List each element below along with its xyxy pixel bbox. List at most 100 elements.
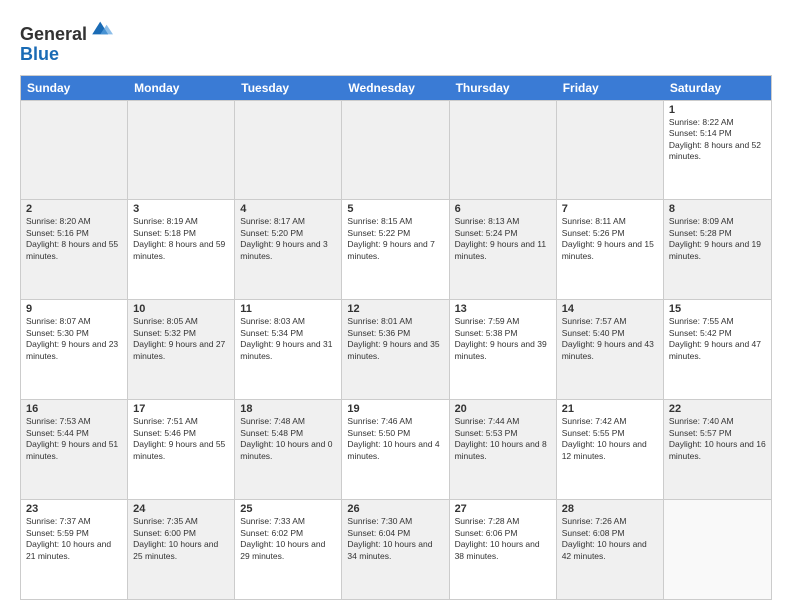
day-number: 23: [26, 503, 122, 515]
day-header-friday: Friday: [557, 76, 664, 100]
cell-content: Sunrise: 7:57 AMSunset: 5:40 PMDaylight:…: [562, 316, 658, 362]
calendar-row-0: 1Sunrise: 8:22 AMSunset: 5:14 PMDaylight…: [21, 100, 771, 200]
cell-day-13: 13Sunrise: 7:59 AMSunset: 5:38 PMDayligh…: [450, 300, 557, 399]
cell-day-10: 10Sunrise: 8:05 AMSunset: 5:32 PMDayligh…: [128, 300, 235, 399]
cell-day-5: 5Sunrise: 8:15 AMSunset: 5:22 PMDaylight…: [342, 200, 449, 299]
day-number: 19: [347, 403, 443, 415]
day-number: 5: [347, 203, 443, 215]
day-number: 4: [240, 203, 336, 215]
cell-day-16: 16Sunrise: 7:53 AMSunset: 5:44 PMDayligh…: [21, 400, 128, 499]
cell-day-1: 1Sunrise: 8:22 AMSunset: 5:14 PMDaylight…: [664, 101, 771, 200]
day-number: 15: [669, 303, 766, 315]
cell-day-4: 4Sunrise: 8:17 AMSunset: 5:20 PMDaylight…: [235, 200, 342, 299]
cell-content: Sunrise: 8:15 AMSunset: 5:22 PMDaylight:…: [347, 216, 443, 262]
cell-content: Sunrise: 7:46 AMSunset: 5:50 PMDaylight:…: [347, 416, 443, 462]
day-header-tuesday: Tuesday: [235, 76, 342, 100]
cell-day-3: 3Sunrise: 8:19 AMSunset: 5:18 PMDaylight…: [128, 200, 235, 299]
cell-day-6: 6Sunrise: 8:13 AMSunset: 5:24 PMDaylight…: [450, 200, 557, 299]
cell-day-7: 7Sunrise: 8:11 AMSunset: 5:26 PMDaylight…: [557, 200, 664, 299]
logo: General Blue: [20, 16, 113, 65]
cell-day-8: 8Sunrise: 8:09 AMSunset: 5:28 PMDaylight…: [664, 200, 771, 299]
cell-day-22: 22Sunrise: 7:40 AMSunset: 5:57 PMDayligh…: [664, 400, 771, 499]
cell-content: Sunrise: 8:20 AMSunset: 5:16 PMDaylight:…: [26, 216, 122, 262]
day-headers: SundayMondayTuesdayWednesdayThursdayFrid…: [21, 76, 771, 100]
day-number: 8: [669, 203, 766, 215]
day-number: 13: [455, 303, 551, 315]
cell-content: Sunrise: 8:22 AMSunset: 5:14 PMDaylight:…: [669, 117, 766, 163]
cell-content: Sunrise: 7:26 AMSunset: 6:08 PMDaylight:…: [562, 516, 658, 562]
cell-content: Sunrise: 7:30 AMSunset: 6:04 PMDaylight:…: [347, 516, 443, 562]
cell-empty-0-5: [557, 101, 664, 200]
cell-content: Sunrise: 8:11 AMSunset: 5:26 PMDaylight:…: [562, 216, 658, 262]
cell-content: Sunrise: 8:07 AMSunset: 5:30 PMDaylight:…: [26, 316, 122, 362]
day-number: 20: [455, 403, 551, 415]
day-number: 25: [240, 503, 336, 515]
cell-content: Sunrise: 7:48 AMSunset: 5:48 PMDaylight:…: [240, 416, 336, 462]
day-header-monday: Monday: [128, 76, 235, 100]
cell-day-26: 26Sunrise: 7:30 AMSunset: 6:04 PMDayligh…: [342, 500, 449, 599]
cell-day-12: 12Sunrise: 8:01 AMSunset: 5:36 PMDayligh…: [342, 300, 449, 399]
logo-blue-text: Blue: [20, 44, 59, 64]
cell-content: Sunrise: 8:01 AMSunset: 5:36 PMDaylight:…: [347, 316, 443, 362]
day-header-saturday: Saturday: [664, 76, 771, 100]
cell-empty-0-2: [235, 101, 342, 200]
cell-content: Sunrise: 7:59 AMSunset: 5:38 PMDaylight:…: [455, 316, 551, 362]
cell-day-24: 24Sunrise: 7:35 AMSunset: 6:00 PMDayligh…: [128, 500, 235, 599]
calendar: SundayMondayTuesdayWednesdayThursdayFrid…: [20, 75, 772, 600]
cell-day-11: 11Sunrise: 8:03 AMSunset: 5:34 PMDayligh…: [235, 300, 342, 399]
cell-day-9: 9Sunrise: 8:07 AMSunset: 5:30 PMDaylight…: [21, 300, 128, 399]
cell-content: Sunrise: 7:35 AMSunset: 6:00 PMDaylight:…: [133, 516, 229, 562]
cell-content: Sunrise: 7:53 AMSunset: 5:44 PMDaylight:…: [26, 416, 122, 462]
calendar-row-3: 16Sunrise: 7:53 AMSunset: 5:44 PMDayligh…: [21, 399, 771, 499]
day-number: 21: [562, 403, 658, 415]
cell-content: Sunrise: 8:13 AMSunset: 5:24 PMDaylight:…: [455, 216, 551, 262]
calendar-row-2: 9Sunrise: 8:07 AMSunset: 5:30 PMDaylight…: [21, 299, 771, 399]
cell-day-2: 2Sunrise: 8:20 AMSunset: 5:16 PMDaylight…: [21, 200, 128, 299]
calendar-row-1: 2Sunrise: 8:20 AMSunset: 5:16 PMDaylight…: [21, 199, 771, 299]
calendar-row-4: 23Sunrise: 7:37 AMSunset: 5:59 PMDayligh…: [21, 499, 771, 599]
day-number: 22: [669, 403, 766, 415]
logo-icon: [89, 16, 113, 40]
cell-content: Sunrise: 7:51 AMSunset: 5:46 PMDaylight:…: [133, 416, 229, 462]
cell-content: Sunrise: 8:09 AMSunset: 5:28 PMDaylight:…: [669, 216, 766, 262]
page-header: General Blue: [20, 16, 772, 65]
cell-day-28: 28Sunrise: 7:26 AMSunset: 6:08 PMDayligh…: [557, 500, 664, 599]
cell-empty-0-0: [21, 101, 128, 200]
cell-day-23: 23Sunrise: 7:37 AMSunset: 5:59 PMDayligh…: [21, 500, 128, 599]
day-number: 9: [26, 303, 122, 315]
cell-day-25: 25Sunrise: 7:33 AMSunset: 6:02 PMDayligh…: [235, 500, 342, 599]
cell-day-20: 20Sunrise: 7:44 AMSunset: 5:53 PMDayligh…: [450, 400, 557, 499]
day-number: 18: [240, 403, 336, 415]
cell-content: Sunrise: 7:44 AMSunset: 5:53 PMDaylight:…: [455, 416, 551, 462]
cell-empty-0-1: [128, 101, 235, 200]
calendar-body: 1Sunrise: 8:22 AMSunset: 5:14 PMDaylight…: [21, 100, 771, 599]
day-number: 3: [133, 203, 229, 215]
cell-content: Sunrise: 7:40 AMSunset: 5:57 PMDaylight:…: [669, 416, 766, 462]
day-number: 2: [26, 203, 122, 215]
day-number: 10: [133, 303, 229, 315]
day-number: 7: [562, 203, 658, 215]
day-number: 27: [455, 503, 551, 515]
day-number: 24: [133, 503, 229, 515]
cell-content: Sunrise: 7:28 AMSunset: 6:06 PMDaylight:…: [455, 516, 551, 562]
cell-day-18: 18Sunrise: 7:48 AMSunset: 5:48 PMDayligh…: [235, 400, 342, 499]
logo-general-text: General: [20, 24, 87, 44]
cell-day-27: 27Sunrise: 7:28 AMSunset: 6:06 PMDayligh…: [450, 500, 557, 599]
day-number: 1: [669, 104, 766, 116]
cell-empty-4-6: [664, 500, 771, 599]
cell-day-17: 17Sunrise: 7:51 AMSunset: 5:46 PMDayligh…: [128, 400, 235, 499]
cell-day-14: 14Sunrise: 7:57 AMSunset: 5:40 PMDayligh…: [557, 300, 664, 399]
cell-day-21: 21Sunrise: 7:42 AMSunset: 5:55 PMDayligh…: [557, 400, 664, 499]
day-number: 17: [133, 403, 229, 415]
cell-content: Sunrise: 8:17 AMSunset: 5:20 PMDaylight:…: [240, 216, 336, 262]
cell-content: Sunrise: 8:03 AMSunset: 5:34 PMDaylight:…: [240, 316, 336, 362]
day-header-thursday: Thursday: [450, 76, 557, 100]
day-number: 11: [240, 303, 336, 315]
day-number: 6: [455, 203, 551, 215]
cell-content: Sunrise: 8:05 AMSunset: 5:32 PMDaylight:…: [133, 316, 229, 362]
cell-content: Sunrise: 7:37 AMSunset: 5:59 PMDaylight:…: [26, 516, 122, 562]
cell-empty-0-4: [450, 101, 557, 200]
day-number: 14: [562, 303, 658, 315]
cell-content: Sunrise: 7:33 AMSunset: 6:02 PMDaylight:…: [240, 516, 336, 562]
cell-content: Sunrise: 7:55 AMSunset: 5:42 PMDaylight:…: [669, 316, 766, 362]
